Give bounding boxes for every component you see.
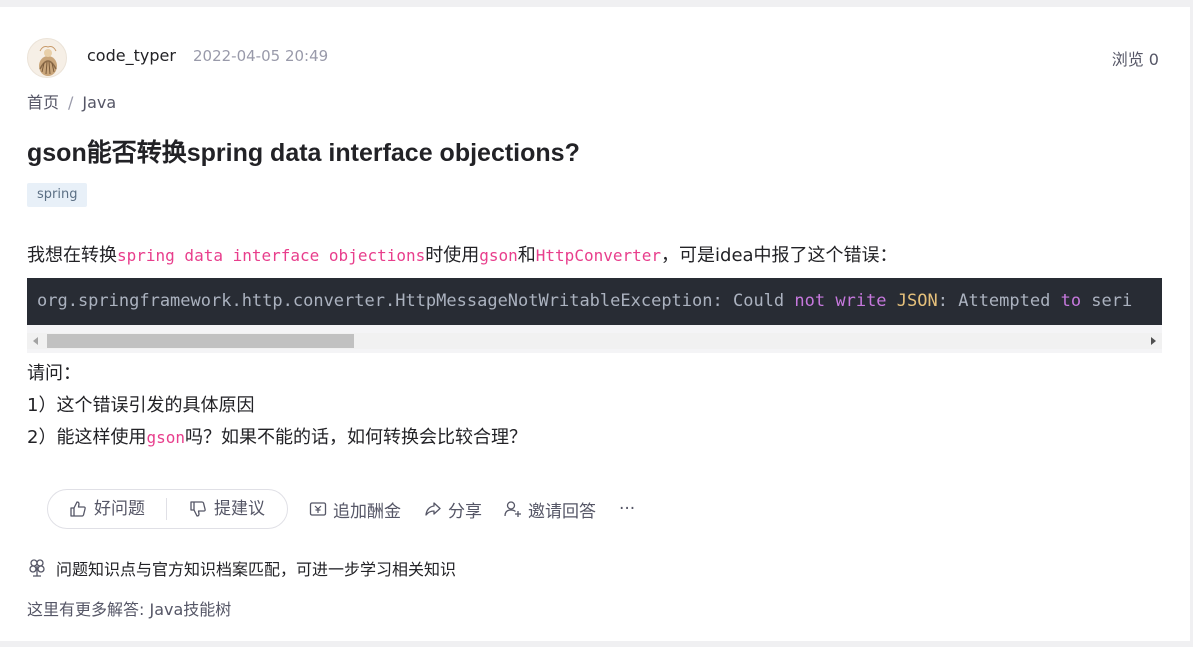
ask-label: 请问：: [27, 363, 81, 384]
breadcrumb-separator: /: [68, 93, 74, 112]
vote-pill: 好问题 提建议: [47, 489, 288, 529]
code-token: : Attempted: [937, 291, 1061, 311]
more-icon: ···: [619, 499, 636, 519]
more-answers-link[interactable]: 这里有更多解答: Java技能树: [27, 596, 231, 620]
scroll-left-arrow-icon[interactable]: [33, 337, 38, 345]
tag-spring[interactable]: spring: [27, 183, 88, 207]
invite-answer-label: 邀请回答: [528, 501, 596, 522]
view-count: 浏览 0: [1111, 50, 1159, 69]
question-title: gson能否转换spring data interface objections…: [27, 139, 580, 167]
knowledge-match-notice[interactable]: 问题知识点与官方知识档案匹配，可进一步学习相关知识: [27, 556, 456, 580]
inline-code: spring data interface objections: [117, 246, 426, 265]
thumbs-up-icon: [70, 501, 86, 517]
share-button[interactable]: 分享: [423, 489, 482, 529]
author-name[interactable]: code_typer: [87, 46, 176, 65]
knowledge-match-text: 问题知识点与官方知识档案匹配，可进一步学习相关知识: [56, 560, 457, 579]
code-keyword: not: [794, 291, 826, 311]
invite-answer-button[interactable]: 邀请回答: [503, 489, 596, 529]
more-options-button[interactable]: ···: [619, 489, 635, 529]
good-question-button[interactable]: 好问题: [68, 490, 145, 528]
scrollbar-thumb[interactable]: [47, 334, 354, 348]
q2-text: 吗？如果不能的话，如何转换会比较合理？: [184, 427, 527, 448]
inline-code: HttpConverter: [535, 246, 662, 265]
avatar-image: [39, 46, 57, 76]
para-text: 我想在转换: [27, 245, 117, 266]
add-reward-button[interactable]: 追加酬金: [308, 489, 401, 529]
question-item-2: 2）能这样使用gson吗？如果不能的话，如何转换会比较合理？: [27, 423, 527, 449]
invite-user-icon: [504, 501, 521, 517]
suggest-label: 提建议: [214, 499, 265, 519]
knowledge-tree-icon: [29, 559, 45, 577]
scroll-right-arrow-icon[interactable]: [1151, 337, 1156, 345]
pill-divider: [166, 498, 167, 520]
code-token: seri: [1081, 291, 1133, 311]
para-text: 时使用: [425, 245, 480, 266]
horizontal-scrollbar[interactable]: [27, 333, 1162, 349]
inline-code: gson: [479, 246, 518, 265]
share-label: 分享: [448, 501, 482, 522]
code-block: org.springframework.http.converter.HttpM…: [27, 278, 1162, 353]
share-icon: [425, 502, 441, 516]
code-literal: JSON: [896, 291, 938, 311]
question-item-1: 1）这个错误引发的具体原因: [27, 395, 255, 416]
inline-code: gson: [146, 428, 185, 447]
code-keyword: write: [835, 291, 887, 311]
avatar[interactable]: [27, 38, 67, 78]
suggest-button[interactable]: 提建议: [188, 490, 265, 528]
thumbs-down-icon: [190, 501, 206, 517]
question-card: code_typer 2022-04-05 20:49 浏览 0 首页 / Java…: [0, 7, 1190, 641]
good-question-label: 好问题: [94, 499, 145, 519]
breadcrumb-category[interactable]: Java: [82, 93, 116, 112]
code-line: org.springframework.http.converter.HttpM…: [27, 278, 1162, 325]
post-timestamp: 2022-04-05 20:49: [193, 47, 329, 65]
code-token: org.springframework.http.converter.HttpM…: [37, 291, 795, 311]
breadcrumb-home[interactable]: 首页: [27, 93, 59, 112]
question-body-paragraph: 我想在转换spring data interface objections时使用…: [27, 241, 898, 267]
reward-icon: [309, 502, 327, 516]
breadcrumb: 首页 / Java: [27, 89, 116, 113]
code-keyword: to: [1060, 291, 1082, 311]
para-text: ，可是idea中报了这个错误：: [661, 245, 898, 266]
para-text: 和: [517, 245, 536, 266]
q2-text: 2）能这样使用: [27, 427, 147, 448]
add-reward-label: 追加酬金: [333, 501, 401, 522]
